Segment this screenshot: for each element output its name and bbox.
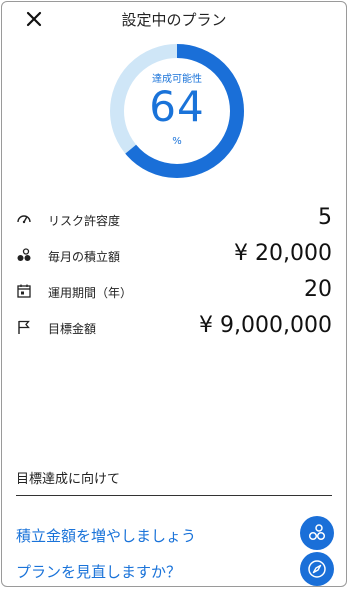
gauge-value: 64 — [149, 82, 205, 131]
row-label: 毎月の積立額 — [48, 250, 121, 264]
coins-icon — [17, 248, 31, 261]
coins-icon — [308, 524, 326, 541]
achievement-gauge: 達成可能性 64 % — [108, 42, 246, 180]
section-title: 目標達成に向けて — [16, 472, 121, 487]
action-review-plan[interactable]: プランを見直しますか？ — [2, 552, 346, 586]
row-value: 5 — [318, 205, 332, 230]
flag-icon — [18, 320, 30, 334]
calendar-icon — [17, 284, 31, 298]
increase-deposit-button[interactable] — [300, 516, 334, 550]
action-increase-deposit[interactable]: 積立金額を増やしましょう — [2, 516, 346, 552]
row-risk-tolerance: リスク許容度 5 — [2, 202, 346, 238]
row-label: リスク許容度 — [48, 214, 121, 228]
row-value: ¥ 20,000 — [234, 241, 332, 266]
compass-icon — [308, 560, 326, 578]
divider — [16, 495, 332, 496]
row-monthly-deposit: 毎月の積立額 ¥ 20,000 — [2, 238, 346, 274]
header: 設定中のプラン — [2, 2, 346, 36]
review-plan-link[interactable]: プランを見直しますか？ — [16, 561, 181, 582]
row-investment-period: 運用期間（年） 20 — [2, 274, 346, 310]
row-value: 20 — [304, 277, 332, 302]
row-label: 運用期間（年） — [48, 286, 133, 300]
row-value: ¥ 9,000,000 — [199, 313, 332, 338]
review-plan-button[interactable] — [300, 552, 334, 586]
plan-screen: 設定中のプラン 達成可能性 64 % リスク許容度 5 毎月の積立額 ¥ 20,… — [1, 1, 347, 587]
page-title: 設定中のプラン — [121, 11, 227, 29]
increase-deposit-link[interactable]: 積立金額を増やしましょう — [16, 525, 196, 546]
row-label: 目標金額 — [48, 322, 97, 336]
gauge-icon — [17, 215, 31, 224]
gauge-unit: % — [172, 136, 182, 147]
row-target-amount: 目標金額 ¥ 9,000,000 — [2, 310, 346, 346]
